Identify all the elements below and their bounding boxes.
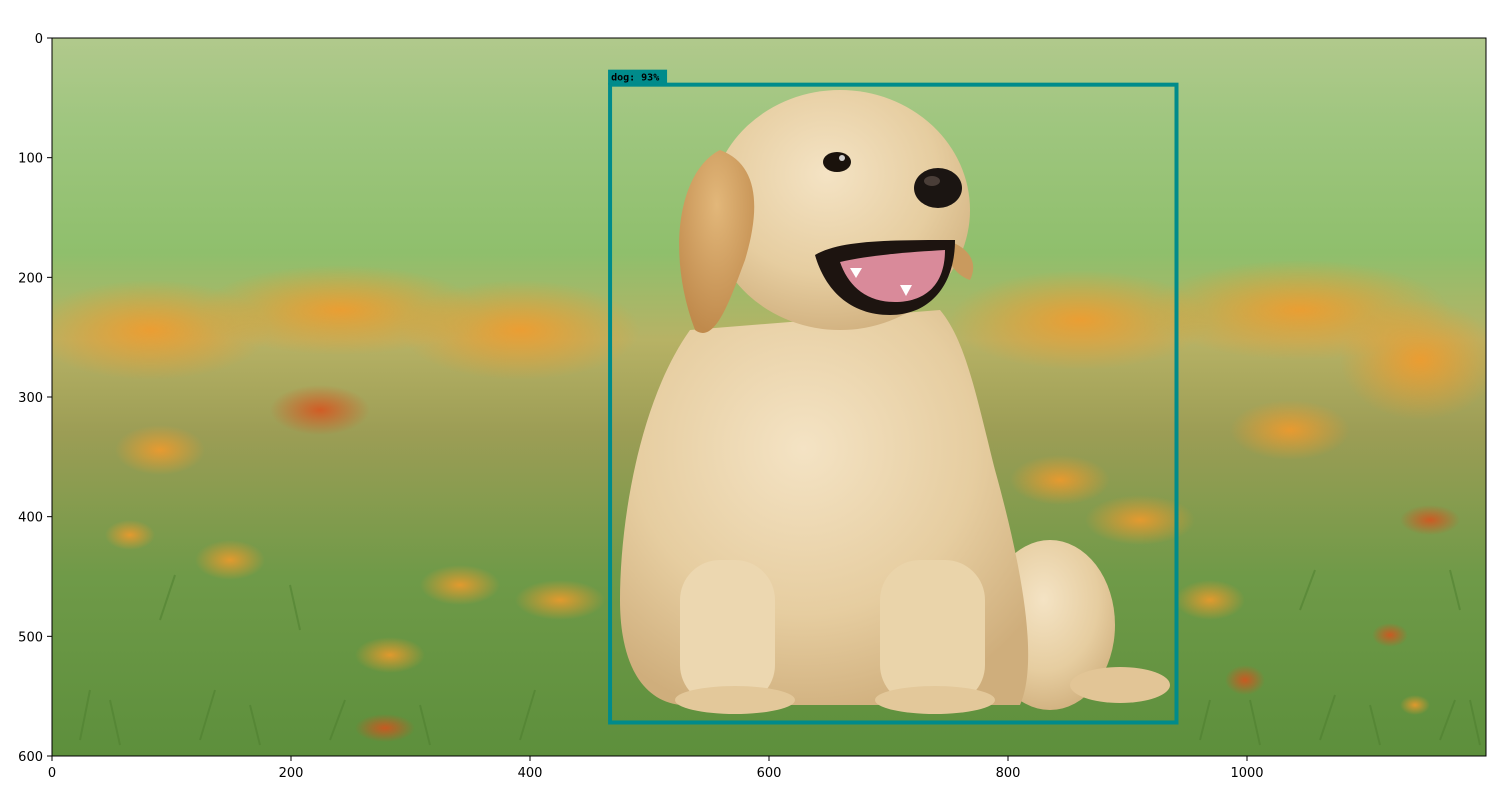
x-tick-label: 1000 — [1230, 766, 1263, 781]
y-tick-label: 200 — [18, 271, 43, 286]
x-tick-label: 800 — [996, 766, 1021, 781]
photo — [52, 38, 1486, 756]
x-tick-label: 400 — [518, 766, 543, 781]
x-axis: 0 200 400 600 800 1000 — [48, 756, 1264, 781]
x-tick-label: 600 — [757, 766, 782, 781]
detection-figure: dog: 93% 0 200 400 600 800 1000 0 100 200 300 400… — [18, 32, 1487, 781]
x-tick-label: 200 — [279, 766, 304, 781]
x-tick-label: 0 — [48, 766, 56, 781]
y-tick-label: 400 — [18, 511, 43, 526]
y-tick-label: 0 — [35, 32, 43, 47]
y-tick-label: 300 — [18, 391, 43, 406]
y-axis: 0 100 200 300 400 500 600 — [18, 32, 52, 765]
detection-label: dog: 93% — [611, 73, 659, 84]
y-tick-label: 600 — [18, 750, 43, 765]
y-tick-label: 100 — [18, 152, 43, 167]
y-tick-label: 500 — [18, 630, 43, 645]
